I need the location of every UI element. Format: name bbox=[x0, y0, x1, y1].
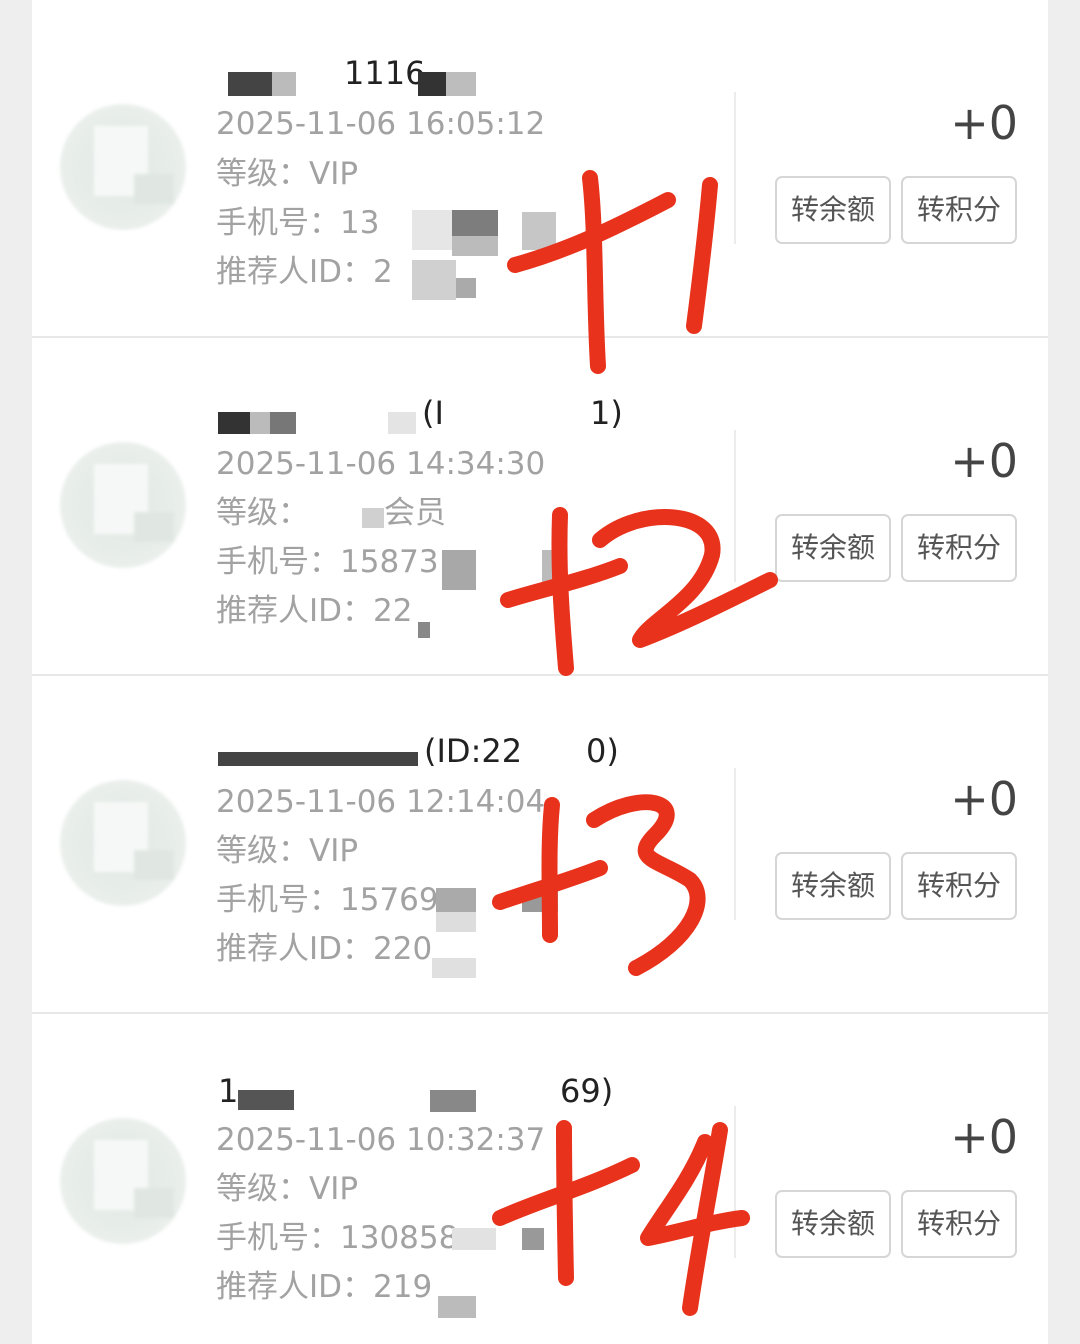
redaction-block bbox=[452, 236, 498, 256]
referrer-id: 推荐人ID：220 bbox=[216, 931, 433, 967]
redaction-block bbox=[456, 278, 476, 298]
member-level: 等级： bbox=[216, 495, 309, 531]
redaction-block bbox=[522, 1228, 544, 1250]
transfer-balance-button[interactable]: 转余额 bbox=[775, 852, 891, 920]
transfer-balance-button[interactable]: 转余额 bbox=[775, 514, 891, 582]
member-row: (ID:22 0) 2025-11-06 12:14:04 等级：VIP 手机号… bbox=[32, 676, 1048, 1014]
member-name-tail: 69) bbox=[560, 1072, 614, 1110]
divider bbox=[734, 92, 736, 244]
member-row: (I 1) 2025-11-06 14:34:30 等级： 会员 手机号：158… bbox=[32, 338, 1048, 676]
divider bbox=[734, 768, 736, 920]
member-list: 1116 2025-11-06 16:05:12 等级：VIP 手机号：13 推… bbox=[32, 0, 1048, 1344]
divider bbox=[734, 430, 736, 582]
join-time: 2025-11-06 12:14:04 bbox=[216, 784, 546, 820]
avatar bbox=[60, 780, 186, 906]
score-value: +0 bbox=[950, 772, 1018, 826]
redaction-block bbox=[412, 260, 456, 300]
divider bbox=[734, 1106, 736, 1258]
join-time: 2025-11-06 10:32:37 bbox=[216, 1122, 546, 1158]
redaction-block bbox=[228, 72, 272, 96]
redaction-block bbox=[418, 622, 430, 638]
redaction-block bbox=[432, 958, 476, 978]
transfer-points-button[interactable]: 转积分 bbox=[901, 852, 1017, 920]
redaction-block bbox=[388, 412, 416, 434]
redaction-block bbox=[362, 508, 384, 528]
member-level: 等级：VIP bbox=[216, 1171, 359, 1207]
referrer-id: 推荐人ID：2 bbox=[216, 254, 393, 290]
redaction-block bbox=[430, 1090, 476, 1112]
member-name: (I bbox=[422, 394, 444, 432]
redaction-block bbox=[436, 888, 476, 912]
redaction-block bbox=[272, 72, 296, 96]
transfer-points-button[interactable]: 转积分 bbox=[901, 176, 1017, 244]
member-name-tail: 1) bbox=[590, 394, 623, 432]
redaction-block bbox=[446, 72, 476, 96]
redaction-block bbox=[218, 752, 418, 766]
redaction-block bbox=[418, 72, 446, 96]
transfer-points-button[interactable]: 转积分 bbox=[901, 1190, 1017, 1258]
referrer-id: 推荐人ID：219 bbox=[216, 1269, 433, 1305]
score-value: +0 bbox=[950, 434, 1018, 488]
redaction-block bbox=[412, 210, 452, 250]
redaction-block bbox=[522, 212, 556, 250]
redaction-block bbox=[452, 210, 498, 236]
redaction-block bbox=[542, 550, 562, 590]
member-level: 等级：VIP bbox=[216, 833, 359, 869]
member-level: 等级：VIP bbox=[216, 156, 359, 192]
member-phone: 手机号：15873 bbox=[216, 544, 439, 580]
member-name: 1116 bbox=[344, 54, 426, 92]
referrer-id: 推荐人ID：22 bbox=[216, 593, 413, 629]
redaction-block bbox=[452, 1228, 496, 1250]
transfer-points-button[interactable]: 转积分 bbox=[901, 514, 1017, 582]
join-time: 2025-11-06 14:34:30 bbox=[216, 446, 546, 482]
member-phone: 手机号：130858 bbox=[216, 1220, 459, 1256]
avatar bbox=[60, 104, 186, 230]
avatar bbox=[60, 442, 186, 568]
member-name: 1 bbox=[218, 1072, 239, 1110]
avatar bbox=[60, 1118, 186, 1244]
redaction-block bbox=[522, 888, 558, 912]
transfer-balance-button[interactable]: 转余额 bbox=[775, 1190, 891, 1258]
member-row: 1 69) 2025-11-06 10:32:37 等级：VIP 手机号：130… bbox=[32, 1014, 1048, 1344]
redaction-block bbox=[438, 1296, 476, 1318]
redaction-block bbox=[442, 550, 476, 590]
score-value: +0 bbox=[950, 96, 1018, 150]
member-phone: 手机号：15769 bbox=[216, 882, 439, 918]
redaction-block bbox=[436, 912, 476, 932]
redaction-block bbox=[238, 1090, 294, 1110]
redaction-block bbox=[270, 412, 296, 434]
member-name: (ID:22 bbox=[424, 732, 523, 770]
score-value: +0 bbox=[950, 1110, 1018, 1164]
redaction-block bbox=[250, 412, 270, 434]
join-time: 2025-11-06 16:05:12 bbox=[216, 106, 546, 142]
member-name-tail: 0) bbox=[586, 732, 619, 770]
transfer-balance-button[interactable]: 转余额 bbox=[775, 176, 891, 244]
redaction-block bbox=[218, 412, 250, 434]
member-row: 1116 2025-11-06 16:05:12 等级：VIP 手机号：13 推… bbox=[32, 0, 1048, 338]
member-phone: 手机号：13 bbox=[216, 205, 380, 241]
member-level-suffix: 会员 bbox=[384, 495, 446, 531]
